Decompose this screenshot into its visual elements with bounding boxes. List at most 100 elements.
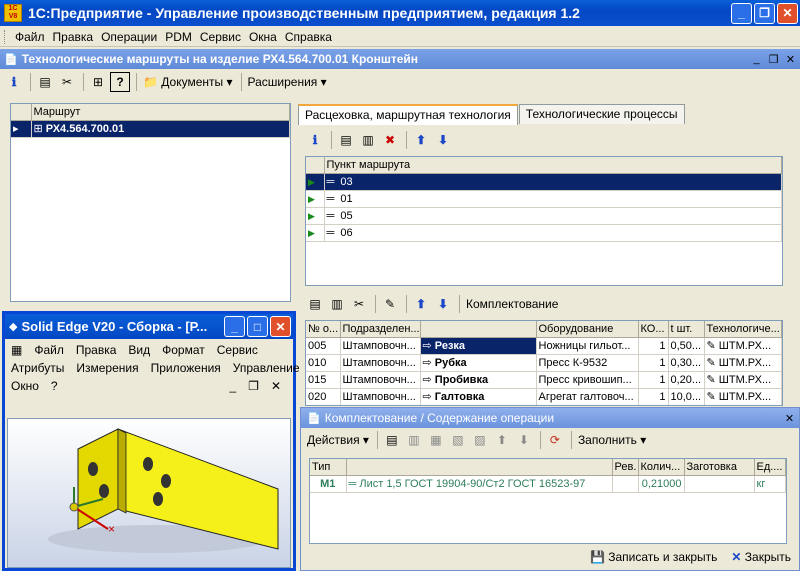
info-icon[interactable]: ℹ bbox=[4, 72, 24, 92]
move-down-icon[interactable]: ⬇ bbox=[514, 430, 534, 450]
se-menu-manage[interactable]: Управление bbox=[233, 361, 300, 375]
move-up-icon[interactable]: ⬆ bbox=[411, 294, 431, 314]
se-menu-measure[interactable]: Измерения bbox=[76, 361, 138, 375]
se-doc-close-button[interactable]: ✕ bbox=[271, 379, 281, 393]
se-menu-service[interactable]: Сервис bbox=[217, 343, 258, 357]
menu-windows[interactable]: Окна bbox=[249, 30, 277, 44]
komplekt-button[interactable]: Комплектование bbox=[464, 294, 560, 314]
operation-row[interactable]: 015 Штамповочн... ⇨ Пробивка Пресс криво… bbox=[306, 371, 782, 389]
menu-help[interactable]: Справка bbox=[285, 30, 332, 44]
col-department[interactable]: Подразделен... bbox=[340, 321, 421, 338]
delete-row-icon[interactable]: ✖ bbox=[380, 130, 400, 150]
move-up-icon[interactable]: ⬆ bbox=[492, 430, 512, 450]
se-menu-help[interactable]: ? bbox=[51, 379, 58, 393]
se-menu-apps[interactable]: Приложения bbox=[151, 361, 221, 375]
operations-toolbar: ▤ ▥ ✂ ✎ ⬆ ⬇ Комплектование bbox=[305, 292, 562, 316]
copy-item-icon[interactable]: ▥ bbox=[404, 430, 424, 450]
menu-operations[interactable]: Операции bbox=[101, 30, 157, 44]
se-menu-format[interactable]: Формат bbox=[162, 343, 205, 357]
close-button[interactable]: ✕ bbox=[777, 2, 798, 24]
inner-restore-button[interactable]: ❐ bbox=[766, 52, 781, 66]
col-equipment[interactable]: Оборудование bbox=[536, 321, 639, 338]
minimize-button[interactable]: _ bbox=[731, 2, 752, 24]
refresh-icon[interactable]: ⟳ bbox=[545, 430, 565, 450]
pencil-icon: ✎ bbox=[706, 391, 716, 403]
col-op-number[interactable]: № о... bbox=[306, 321, 341, 338]
col-quantity[interactable]: Колич... bbox=[638, 459, 685, 476]
se-3d-viewport[interactable]: × bbox=[7, 418, 291, 568]
route-point-row[interactable]: ▶ ═ 01 bbox=[306, 190, 782, 208]
route-point-row[interactable]: ▶ ═ 06 bbox=[306, 224, 782, 242]
se-menu-file[interactable]: Файл bbox=[34, 343, 64, 357]
col-name[interactable] bbox=[346, 459, 613, 476]
col-tech[interactable]: Технологиче... bbox=[704, 321, 782, 338]
menu-file[interactable]: Файл bbox=[15, 30, 45, 44]
move-down-icon[interactable]: ⬇ bbox=[433, 294, 453, 314]
operation-row[interactable]: 010 Штамповочн... ⇨ Рубка Пресс К-9532 1… bbox=[306, 354, 782, 372]
move-down-icon[interactable]: ⬇ bbox=[433, 130, 453, 150]
op-time: 0,30... bbox=[668, 354, 705, 372]
se-menu-window[interactable]: Окно bbox=[11, 379, 39, 393]
help-button[interactable]: ? bbox=[110, 72, 130, 92]
se-maximize-button[interactable]: □ bbox=[247, 316, 268, 337]
delete-item-icon[interactable]: ▧ bbox=[448, 430, 468, 450]
se-menu-row-1: ▦ Файл Правка Вид Формат Сервис bbox=[5, 341, 293, 359]
restore-button[interactable]: ❐ bbox=[754, 2, 775, 24]
add-row-icon[interactable]: ▤ bbox=[336, 130, 356, 150]
actions-menu[interactable]: Действия ▾ bbox=[305, 430, 371, 450]
post-item-icon[interactable]: ▨ bbox=[470, 430, 490, 450]
add-icon[interactable]: ▤ bbox=[35, 72, 55, 92]
copy-operation-icon[interactable]: ▥ bbox=[327, 294, 347, 314]
close-button[interactable]: ✕ Закрыть bbox=[731, 550, 791, 564]
edit-item-icon[interactable]: ▦ bbox=[426, 430, 446, 450]
route-points-header[interactable]: Пункт маршрута bbox=[324, 157, 782, 174]
tree-icon[interactable]: ⊞ bbox=[88, 72, 108, 92]
col-rev[interactable]: Рев. bbox=[612, 459, 639, 476]
solid-edge-window: ◆ Solid Edge V20 - Сборка - [Р... _ □ ✕ … bbox=[2, 311, 300, 571]
routes-header[interactable]: Маршрут bbox=[31, 104, 290, 121]
document-icon: 📄 bbox=[4, 53, 18, 66]
col-operation[interactable] bbox=[420, 321, 537, 338]
info-icon[interactable]: ℹ bbox=[305, 130, 325, 150]
col-unit[interactable]: Ед.... bbox=[754, 459, 786, 476]
cut-icon[interactable]: ✂ bbox=[349, 294, 369, 314]
add-item-icon[interactable]: ▤ bbox=[382, 430, 402, 450]
operation-row[interactable]: 020 Штамповочн... ⇨ Галтовка Агрегат гал… bbox=[306, 388, 782, 405]
op-department: Штамповочн... bbox=[340, 337, 421, 355]
se-close-button[interactable]: ✕ bbox=[270, 316, 291, 337]
se-menu-attributes[interactable]: Атрибуты bbox=[11, 361, 64, 375]
tab-processes[interactable]: Технологические процессы bbox=[518, 104, 685, 124]
komplekt-row[interactable]: М1 ═ Лист 1,5 ГОСТ 19904-90/Ст2 ГОСТ 165… bbox=[310, 475, 786, 493]
komplekt-close-button[interactable]: ✕ bbox=[782, 411, 797, 425]
se-menu-edit[interactable]: Правка bbox=[76, 343, 117, 357]
move-up-icon[interactable]: ⬆ bbox=[411, 130, 431, 150]
menu-pdm[interactable]: PDM bbox=[165, 30, 192, 44]
route-point-row[interactable]: ▶ ═ 05 bbox=[306, 207, 782, 225]
col-blank[interactable]: Заготовка bbox=[684, 459, 755, 476]
tab-routing[interactable]: Расцеховка, маршрутная технология bbox=[298, 104, 518, 125]
copy-row-icon[interactable]: ▥ bbox=[358, 130, 378, 150]
se-doc-minimize-button[interactable]: _ bbox=[229, 379, 236, 393]
main-toolbar: ℹ ▤ ✂ ⊞ ? 📁 Документы ▾ Расширения ▾ bbox=[4, 70, 331, 94]
se-menu-view[interactable]: Вид bbox=[128, 343, 150, 357]
col-type[interactable]: Тип bbox=[310, 459, 347, 476]
documents-menu[interactable]: 📁 Документы ▾ bbox=[141, 72, 235, 92]
col-time[interactable]: t шт. bbox=[668, 321, 705, 338]
col-qty[interactable]: КО... bbox=[638, 321, 669, 338]
route-row[interactable]: ▸ ⊞ РХ4.564.700.01 bbox=[11, 120, 290, 138]
menu-edit[interactable]: Правка bbox=[53, 30, 94, 44]
menu-service[interactable]: Сервис bbox=[200, 30, 241, 44]
operation-row[interactable]: 005 Штамповочн... ⇨ Резка Ножницы гильот… bbox=[306, 337, 782, 355]
close-label: Закрыть bbox=[744, 550, 791, 564]
add-operation-icon[interactable]: ▤ bbox=[305, 294, 325, 314]
edit-operation-icon[interactable]: ✎ bbox=[380, 294, 400, 314]
inner-minimize-button[interactable]: _ bbox=[749, 52, 764, 66]
route-point-row[interactable]: ▶ ═ 03 bbox=[306, 173, 782, 191]
fill-menu[interactable]: Заполнить ▾ bbox=[576, 430, 648, 450]
save-close-button[interactable]: 💾 Записать и закрыть bbox=[590, 550, 717, 564]
se-minimize-button[interactable]: _ bbox=[224, 316, 245, 337]
cut-icon[interactable]: ✂ bbox=[57, 72, 77, 92]
extensions-menu[interactable]: Расширения ▾ bbox=[246, 72, 329, 92]
inner-close-button[interactable]: ✕ bbox=[783, 52, 798, 66]
se-doc-restore-button[interactable]: ❐ bbox=[248, 379, 259, 393]
